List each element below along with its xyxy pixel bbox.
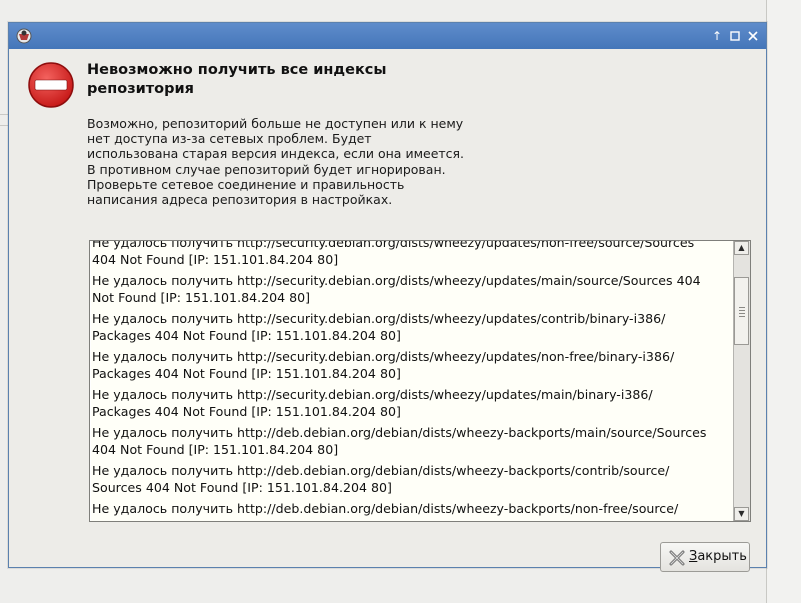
message-line: написания адреса репозитория в настройка…	[87, 192, 393, 208]
close-button-label: Закрыть	[689, 549, 747, 564]
dialog-content: Невозможно получить все индексы репозито…	[9, 49, 766, 572]
log-line: Не удалось получить http://deb.debian.or…	[92, 463, 670, 478]
log-entry: Не удалось получить http://security.debi…	[91, 384, 706, 422]
log-line: Не удалось получить http://security.debi…	[92, 311, 666, 326]
close-x-icon	[669, 550, 685, 566]
dialog-message: Возможно, репозиторий больше не доступен…	[87, 116, 507, 207]
log-entry: Не удалось получить http://security.debi…	[91, 241, 706, 270]
log-line: Не удалось получить http://security.debi…	[92, 349, 675, 364]
scrollbar-thumb[interactable]	[734, 277, 749, 345]
log-line: Sources 404 Not Found [IP: 151.101.84.20…	[92, 480, 392, 495]
message-line: Проверьте сетевое соединение и правильно…	[87, 176, 405, 192]
grip-line	[739, 316, 745, 317]
log-line: Не удалось получить http://security.debi…	[92, 273, 701, 288]
scroll-down-icon[interactable]: ▼	[734, 507, 749, 521]
log-line: Не удалось получить http://security.debi…	[92, 387, 653, 402]
log-entry: Не удалось получить http://security.debi…	[91, 346, 706, 384]
error-dialog: ↑ Невозможно получить все индексы репози…	[8, 22, 767, 572]
log-entry: Не удалось получить http://deb.debian.or…	[91, 422, 706, 460]
background-window-edge	[766, 0, 801, 603]
log-line: Packages 404 Not Found [IP: 151.101.84.2…	[92, 404, 401, 419]
error-stop-icon	[28, 62, 74, 108]
close-window-icon[interactable]	[745, 28, 761, 44]
log-line: Packages 404 Not Found [IP: 151.101.84.2…	[92, 366, 401, 381]
log-entry: Не удалось получить http://deb.debian.or…	[91, 460, 706, 498]
message-line: нет доступа из-за сетевых проблем. Будет	[87, 131, 372, 147]
synaptic-icon[interactable]	[15, 27, 33, 45]
log-line: 404 Not Found [IP: 151.101.84.204 80]	[92, 442, 339, 457]
log-line: Не удалось получить http://deb.debian.or…	[92, 425, 707, 440]
log-entry: Не удалось получить http://security.debi…	[91, 270, 706, 308]
log-entry: Не удалось получить http://security.debi…	[91, 308, 706, 346]
scroll-up-icon[interactable]: ▲	[734, 241, 749, 255]
grip-line	[739, 307, 745, 308]
roll-up-icon[interactable]: ↑	[709, 28, 725, 44]
grip-line	[739, 310, 745, 311]
log-entry: Не удалось получить http://deb.debian.or…	[91, 498, 706, 519]
message-line: Возможно, репозиторий больше не доступен…	[87, 116, 464, 131]
error-details-box[interactable]: Не удалось получить http://security.debi…	[89, 240, 751, 522]
grip-line	[739, 313, 745, 314]
close-button-label-rest: акрыть	[697, 549, 747, 564]
log-line: Не удалось получить http://security.debi…	[92, 241, 695, 250]
titlebar[interactable]: ↑	[9, 23, 766, 49]
heading-line: репозитория	[87, 81, 194, 97]
log-line: Not Found [IP: 151.101.84.204 80]	[92, 290, 311, 305]
error-details-text[interactable]: Не удалось получить http://security.debi…	[91, 241, 734, 521]
message-line: использована старая версия индекса, если…	[87, 146, 465, 162]
log-line: 404 Not Found [IP: 151.101.84.204 80]	[92, 252, 339, 267]
log-line: Packages 404 Not Found [IP: 151.101.84.2…	[92, 328, 401, 343]
heading-line: Невозможно получить все индексы	[87, 62, 387, 78]
log-line: Не удалось получить http://deb.debian.or…	[92, 501, 679, 516]
dialog-heading: Невозможно получить все индексы репозито…	[87, 61, 507, 99]
close-button[interactable]: Закрыть	[660, 542, 750, 572]
maximize-icon[interactable]	[727, 28, 743, 44]
message-line: В противном случае репозиторий будет игн…	[87, 161, 446, 177]
vertical-scrollbar[interactable]: ▲ ▼	[733, 241, 750, 521]
